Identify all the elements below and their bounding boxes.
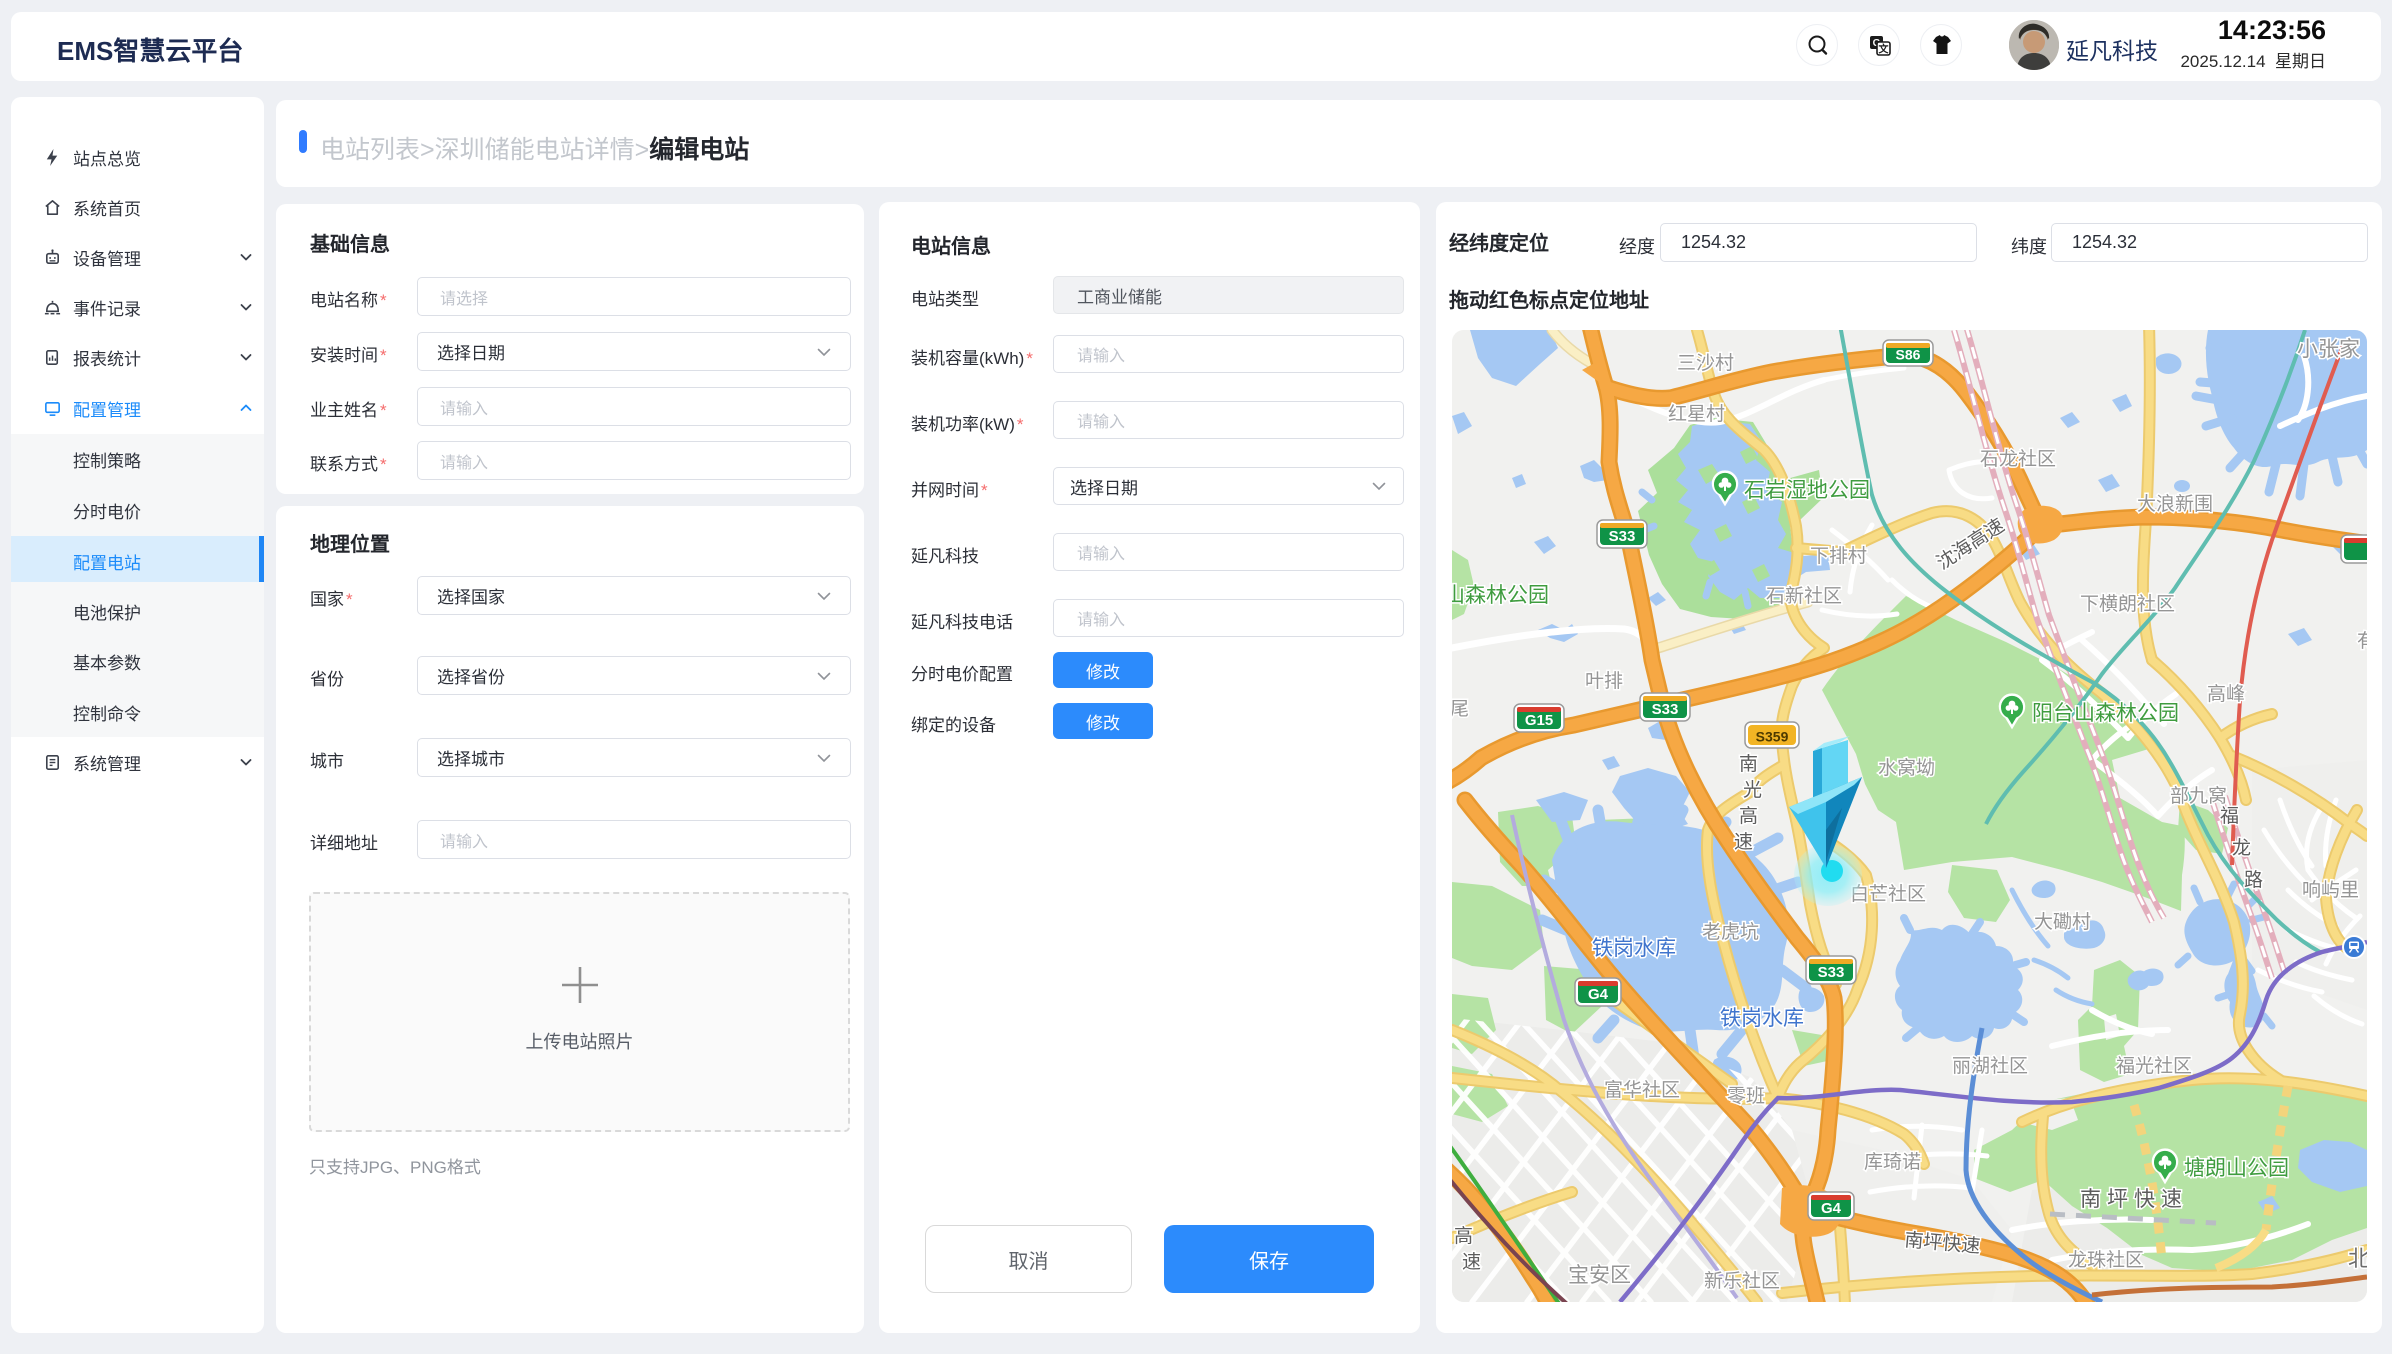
svg-text:叶排: 叶排 [1585,670,1623,692]
svg-text:宝安区: 宝安区 [1568,1264,1631,1287]
svg-text:有: 有 [2357,630,2367,652]
svg-text:大磡村: 大磡村 [2034,911,2091,933]
svg-text:S86: S86 [1896,347,1921,363]
svg-text:铁岗水库: 铁岗水库 [1720,1007,1804,1030]
svg-text:富华社区: 富华社区 [1604,1079,1680,1101]
svg-text:山森林公园: 山森林公园 [1452,584,1549,607]
svg-text:塘朗山公园: 塘朗山公园 [2184,1157,2289,1180]
svg-text:小张家: 小张家 [2297,338,2360,361]
svg-text:下横朗社区: 下横朗社区 [2080,593,2175,615]
svg-text:北: 北 [2348,1246,2367,1271]
svg-text:G4: G4 [1588,986,1609,1003]
svg-text:三沙村: 三沙村 [1677,352,1734,374]
svg-text:铁岗水库: 铁岗水库 [1592,937,1676,960]
svg-text:文: 文 [1879,43,1890,56]
svg-text:尾: 尾 [1452,699,1469,720]
svg-text:福光社区: 福光社区 [2116,1055,2192,1077]
svg-text:S33: S33 [1818,964,1845,981]
svg-text:白芒社区: 白芒社区 [1850,883,1926,905]
svg-text:下排村: 下排村 [1810,545,1867,567]
svg-text:G15: G15 [1525,712,1553,729]
svg-text:石岩湿地公园: 石岩湿地公园 [1744,479,1870,502]
svg-text:库琦诺: 库琦诺 [1864,1151,1921,1173]
svg-text:高峰: 高峰 [2207,683,2245,705]
svg-text:部九窝: 部九窝 [2170,785,2227,807]
svg-text:丽湖社区: 丽湖社区 [1952,1055,2028,1077]
svg-text:零班: 零班 [1727,1085,1765,1107]
svg-text:S33: S33 [1652,701,1679,718]
svg-text:G4: G4 [1821,1200,1842,1217]
svg-text:石新社区: 石新社区 [1766,585,1842,607]
svg-text:大浪新围: 大浪新围 [2137,493,2213,515]
svg-text:S33: S33 [1609,528,1636,545]
svg-text:龙珠社区: 龙珠社区 [2068,1249,2144,1271]
svg-text:南坪快速: 南坪快速 [2080,1188,2188,1211]
svg-text:S359: S359 [1756,729,1789,745]
svg-text:水窝坳: 水窝坳 [1878,757,1935,779]
svg-text:石龙社区: 石龙社区 [1980,448,2056,470]
svg-text:阳台山森林公园: 阳台山森林公园 [2032,702,2179,725]
svg-text:老虎坑: 老虎坑 [1702,921,1759,943]
svg-text:红星村: 红星村 [1668,403,1725,425]
svg-text:响屿里: 响屿里 [2302,879,2359,901]
svg-text:新乐社区: 新乐社区 [1704,1270,1780,1292]
